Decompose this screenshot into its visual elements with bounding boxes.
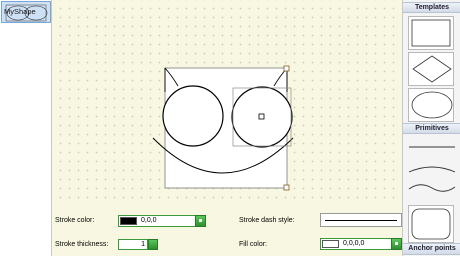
fill-color-picker-button[interactable]: [391, 238, 402, 250]
stroke-thickness-value: 1: [141, 241, 145, 248]
templates-header: Templates: [403, 2, 460, 13]
rectangle-icon: [411, 19, 451, 47]
fill-color-value: 0,0,0,0: [343, 240, 365, 247]
straight-line-icon[interactable]: [406, 140, 458, 154]
stroke-thickness-spinner[interactable]: [148, 239, 158, 250]
resize-handle-top-right[interactable]: [283, 65, 290, 72]
template-rectangle[interactable]: [408, 16, 454, 50]
fill-color-field[interactable]: 0,0,0,0: [320, 238, 402, 250]
shapes-panel: MyShape: [0, 0, 52, 256]
properties-panel: Stroke color: 0,0,0 Stroke thickness: 1 …: [52, 205, 402, 256]
stroke-dash-label: Stroke dash style:: [239, 217, 295, 224]
stroke-color-label: Stroke color:: [55, 217, 95, 224]
shape-thumbnail-label: MyShape: [4, 7, 36, 16]
stroke-color-picker-button[interactable]: [195, 215, 206, 227]
template-ellipse[interactable]: [408, 88, 454, 122]
center-handle[interactable]: [258, 113, 265, 120]
toolbox-panel: Templates Primitives Anchor points: [402, 0, 460, 256]
stroke-color-value: 0,0,0: [141, 217, 157, 224]
ellipse-icon: [411, 91, 453, 119]
fill-color-swatch: [322, 240, 339, 248]
rounded-rectangle-icon: [411, 208, 451, 240]
diamond-icon: [412, 55, 452, 83]
stroke-color-swatch: [120, 217, 137, 225]
primitive-rounded-rectangle[interactable]: [408, 205, 454, 243]
template-diamond[interactable]: [408, 52, 454, 86]
stroke-color-field[interactable]: 0,0,0: [118, 215, 206, 227]
curved-line-icon[interactable]: [406, 162, 458, 176]
stroke-dash-select[interactable]: [320, 213, 402, 227]
stroke-thickness-label: Stroke thickness:: [55, 241, 109, 248]
resize-handle-bottom-right[interactable]: [283, 184, 290, 191]
wave-line-icon[interactable]: [406, 181, 458, 195]
anchor-points-header: Anchor points: [403, 243, 460, 255]
fill-color-label: Fill color:: [239, 241, 268, 248]
left-eye-circle[interactable]: [162, 85, 224, 147]
stroke-thickness-input[interactable]: 1: [118, 239, 148, 250]
primitives-header: Primitives: [403, 123, 460, 134]
shape-thumbnail[interactable]: MyShape: [1, 1, 51, 23]
